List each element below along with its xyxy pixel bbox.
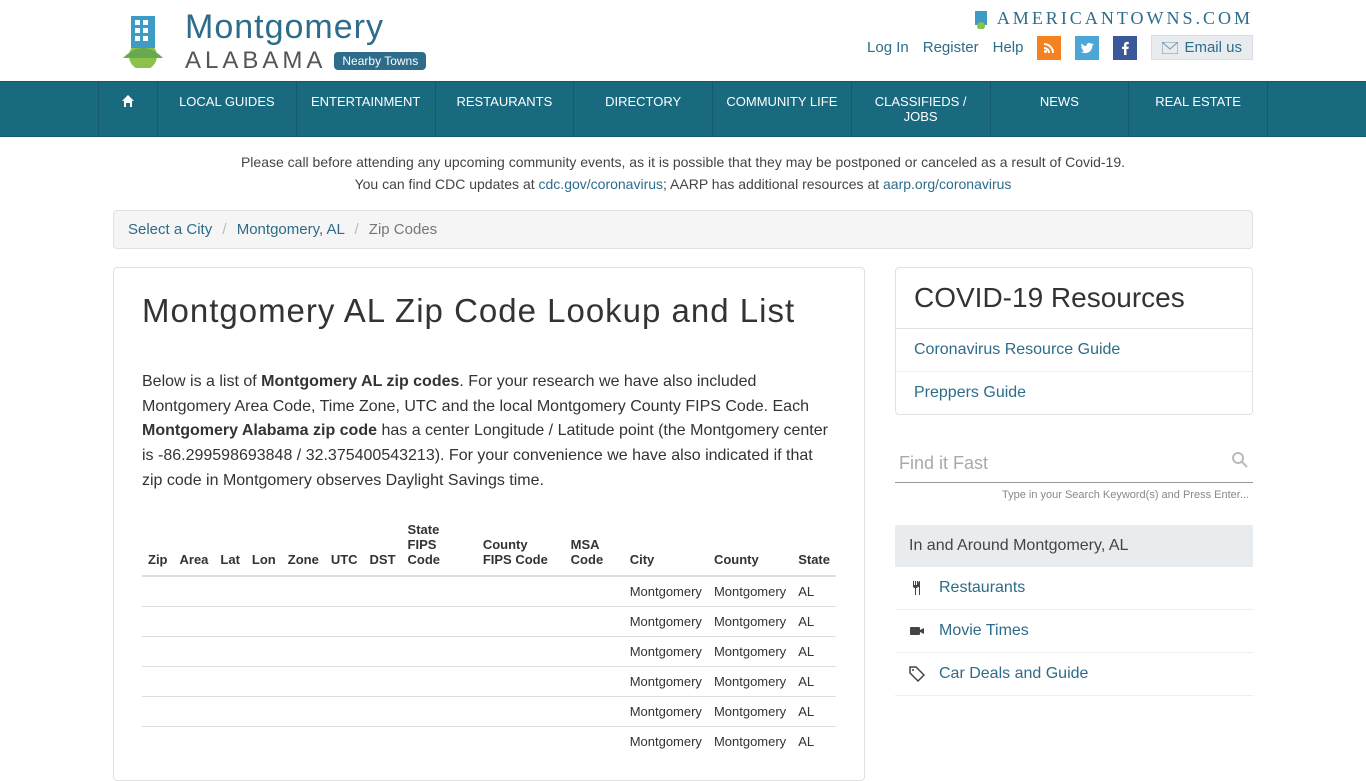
nav-news[interactable]: NEWS — [991, 82, 1130, 136]
around-item[interactable]: Car Deals and Guide — [895, 653, 1253, 696]
home-icon — [121, 94, 135, 108]
nav-classifieds[interactable]: CLASSIFIEDS / JOBS — [852, 82, 991, 136]
crumb-sep: / — [222, 221, 226, 238]
notice-line2b: ; AARP has additional resources at — [663, 176, 883, 192]
brand: Montgomery ALABAMA Nearby Towns — [113, 8, 426, 75]
intro-text: Below is a list of Montgomery AL zip cod… — [142, 370, 836, 494]
table-row: MontgomeryMontgomeryAL — [142, 696, 836, 726]
search-box — [895, 445, 1253, 483]
page-title: Montgomery AL Zip Code Lookup and List — [142, 292, 836, 330]
table-header: City — [624, 514, 708, 576]
table-header: Zone — [282, 514, 325, 576]
nav-directory[interactable]: DIRECTORY — [574, 82, 713, 136]
facebook-icon[interactable] — [1113, 36, 1137, 60]
help-link[interactable]: Help — [993, 39, 1024, 56]
nearby-towns-button[interactable]: Nearby Towns — [334, 52, 426, 70]
nav-home[interactable] — [98, 82, 158, 136]
main-content: Montgomery AL Zip Code Lookup and List B… — [113, 267, 865, 781]
table-header: MSA Code — [565, 514, 624, 576]
table-header: UTC — [325, 514, 364, 576]
notice-line1: Please call before attending any upcomin… — [241, 154, 1125, 170]
crumb-select-city[interactable]: Select a City — [128, 221, 212, 238]
site-name[interactable]: AMERICANTOWNS.COM — [867, 8, 1253, 29]
table-row: MontgomeryMontgomeryAL — [142, 576, 836, 607]
covid-link-guide[interactable]: Coronavirus Resource Guide — [896, 329, 1252, 372]
table-row: MontgomeryMontgomeryAL — [142, 636, 836, 666]
mail-icon — [1162, 42, 1178, 54]
nav-restaurants[interactable]: RESTAURANTS — [436, 82, 575, 136]
nav-real-estate[interactable]: REAL ESTATE — [1129, 82, 1268, 136]
rss-icon[interactable] — [1037, 36, 1061, 60]
cdc-link[interactable]: cdc.gov/coronavirus — [539, 176, 664, 192]
around-item-label: Restaurants — [939, 579, 1025, 597]
main-nav: LOCAL GUIDES ENTERTAINMENT RESTAURANTS D… — [0, 81, 1366, 137]
table-row: MontgomeryMontgomeryAL — [142, 666, 836, 696]
table-header: Area — [174, 514, 215, 576]
table-header: State — [792, 514, 836, 576]
around-item[interactable]: Movie Times — [895, 610, 1253, 653]
table-header: Zip — [142, 514, 174, 576]
brand-logo[interactable] — [113, 8, 173, 71]
state-name: ALABAMA — [185, 47, 326, 75]
table-header: County FIPS Code — [477, 514, 565, 576]
register-link[interactable]: Register — [923, 39, 979, 56]
search-icon[interactable] — [1231, 451, 1249, 474]
table-header: DST — [364, 514, 402, 576]
email-us-button[interactable]: Email us — [1151, 35, 1253, 60]
table-header: Lon — [246, 514, 282, 576]
covid-link-preppers[interactable]: Preppers Guide — [896, 372, 1252, 414]
covid-notice: Please call before attending any upcomin… — [98, 151, 1268, 196]
login-link[interactable]: Log In — [867, 39, 909, 56]
search-input[interactable] — [895, 445, 1253, 483]
table-row: MontgomeryMontgomeryAL — [142, 606, 836, 636]
crumb-city[interactable]: Montgomery, AL — [237, 221, 345, 238]
crumb-current: Zip Codes — [369, 221, 437, 238]
nav-entertainment[interactable]: ENTERTAINMENT — [297, 82, 436, 136]
crumb-sep: / — [354, 221, 358, 238]
nav-community-life[interactable]: COMMUNITY LIFE — [713, 82, 852, 136]
search-hint: Type in your Search Keyword(s) and Press… — [895, 489, 1253, 501]
around-title: In and Around Montgomery, AL — [895, 525, 1253, 567]
table-header: County — [708, 514, 792, 576]
around-panel: In and Around Montgomery, AL Restaurants… — [895, 525, 1253, 696]
aarp-link[interactable]: aarp.org/coronavirus — [883, 176, 1011, 192]
breadcrumb: Select a City / Montgomery, AL / Zip Cod… — [113, 210, 1253, 249]
notice-line2a: You can find CDC updates at — [355, 176, 539, 192]
table-header: Lat — [214, 514, 246, 576]
around-item[interactable]: Restaurants — [895, 567, 1253, 610]
zip-table: ZipAreaLatLonZoneUTCDSTState FIPS CodeCo… — [142, 514, 836, 756]
twitter-icon[interactable] — [1075, 36, 1099, 60]
city-name[interactable]: Montgomery — [185, 8, 426, 47]
camera-icon — [909, 623, 927, 639]
covid-panel: COVID-19 Resources Coronavirus Resource … — [895, 267, 1253, 415]
around-item-label: Car Deals and Guide — [939, 665, 1088, 683]
site-name-text: AMERICANTOWNS.COM — [997, 8, 1253, 29]
email-us-label: Email us — [1184, 39, 1242, 56]
tag-icon — [909, 666, 927, 682]
table-header: State FIPS Code — [402, 514, 477, 576]
fork-icon — [909, 580, 927, 596]
table-row: MontgomeryMontgomeryAL — [142, 726, 836, 756]
around-item-label: Movie Times — [939, 622, 1029, 640]
covid-panel-title: COVID-19 Resources — [896, 268, 1252, 329]
nav-local-guides[interactable]: LOCAL GUIDES — [158, 82, 297, 136]
